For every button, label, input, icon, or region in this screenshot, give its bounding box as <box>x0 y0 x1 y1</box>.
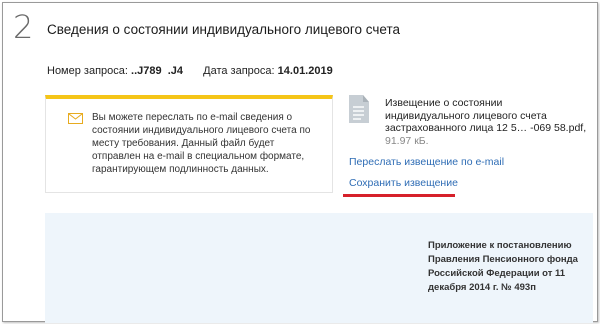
file-icon <box>349 95 369 123</box>
save-notice-link[interactable]: Сохранить извещение <box>349 177 458 189</box>
step-number: 2 <box>13 8 34 46</box>
notice-text: Вы можете переслать по e-mail сведения о… <box>92 112 311 175</box>
document-info: Извещение о состоянии индивидуального ли… <box>385 97 590 147</box>
document-title: Извещение о состоянии индивидуального ли… <box>385 97 587 134</box>
appendix-panel: Приложение к постановлению Правления Пен… <box>45 213 593 323</box>
request-number-label: Номер запроса: <box>47 65 128 77</box>
request-meta: Номер запроса: ..J789 .J4 Дата запроса: … <box>47 65 333 77</box>
request-number-value: ..J789 .J4 <box>131 65 184 77</box>
request-date-label: Дата запроса: <box>203 65 275 77</box>
document-size: 91.97 кБ. <box>385 134 429 147</box>
send-email-link[interactable]: Переслать извещение по e-mail <box>349 156 504 168</box>
appendix-text: Приложение к постановлению Правления Пен… <box>428 240 578 293</box>
email-notice: Вы можете переслать по e-mail сведения о… <box>45 95 333 193</box>
page-frame: 2 Сведения о состоянии индивидуального л… <box>2 2 598 323</box>
request-date-value: 14.01.2019 <box>277 65 333 77</box>
highlight-underline <box>343 194 455 197</box>
envelope-icon <box>68 113 83 124</box>
page-title: Сведения о состоянии индивидуального лиц… <box>47 22 401 37</box>
